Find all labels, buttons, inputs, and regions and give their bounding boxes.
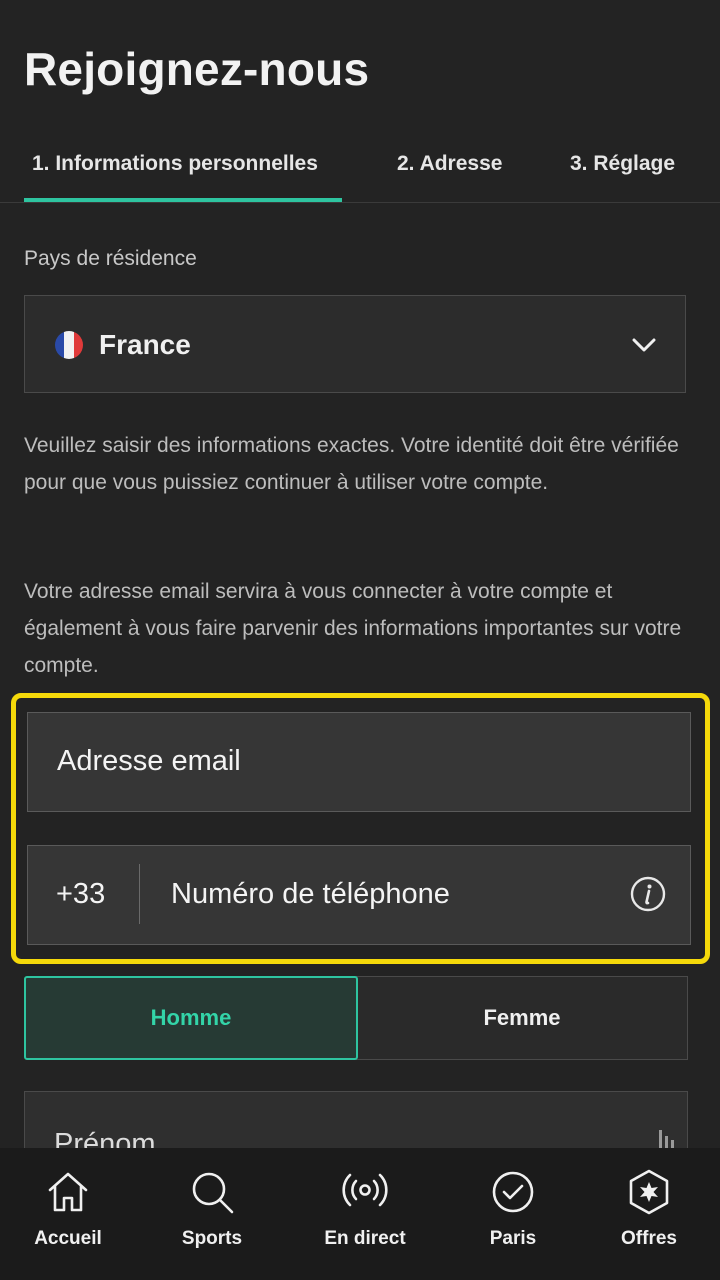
info-icon[interactable] [630,876,666,912]
nav-item-paris[interactable]: Paris [448,1148,578,1280]
france-flag-icon [55,331,83,359]
tab-adresse[interactable]: 2. Adresse [397,152,502,176]
active-tab-indicator [24,198,342,202]
phone-prefix-divider [139,864,140,924]
country-label: Pays de résidence [24,247,197,270]
nav-label-offres: Offres [621,1228,677,1249]
autofill-icon [659,1130,674,1148]
info-paragraph-identity: Veuillez saisir des informations exactes… [24,434,679,494]
live-broadcast-icon [342,1173,388,1207]
info-paragraph-email: Votre adresse email servira à vous conne… [24,580,682,677]
country-value: France [99,329,191,360]
phone-field[interactable]: +33 Numéro de téléphone [27,845,691,945]
bottom-navigation: Accueil Sports En direct Paris Offres [0,1148,720,1280]
nav-label-accueil: Accueil [34,1228,102,1249]
phone-prefix[interactable]: +33 [56,878,105,911]
check-circle-icon [492,1171,534,1213]
email-placeholder: Adresse email [57,745,241,777]
home-icon [48,1172,88,1212]
tab-reglage[interactable]: 3. Réglage [570,152,675,176]
search-icon [192,1172,234,1214]
nav-label-paris: Paris [489,1228,537,1249]
chevron-down-icon [632,338,656,352]
nav-item-offres[interactable]: Offres [584,1148,714,1280]
gender-male-button[interactable]: Homme [24,976,358,1060]
gender-female-button[interactable]: Femme [356,976,688,1060]
nav-item-en-direct[interactable]: En direct [300,1148,430,1280]
nav-label-en-direct: En direct [324,1228,406,1249]
step-tabs: 1. Informations personnelles 2. Adresse … [0,140,720,203]
nav-item-accueil[interactable]: Accueil [3,1148,133,1280]
page-title: Rejoignez-nous [24,43,370,95]
nav-item-sports[interactable]: Sports [147,1148,277,1280]
country-select[interactable]: France [24,295,686,393]
phone-placeholder: Numéro de téléphone [171,878,450,910]
email-field[interactable]: Adresse email [27,712,691,812]
offer-badge-icon [629,1169,669,1215]
nav-label-sports: Sports [181,1228,243,1249]
tab-informations-personnelles[interactable]: 1. Informations personnelles [32,152,318,176]
